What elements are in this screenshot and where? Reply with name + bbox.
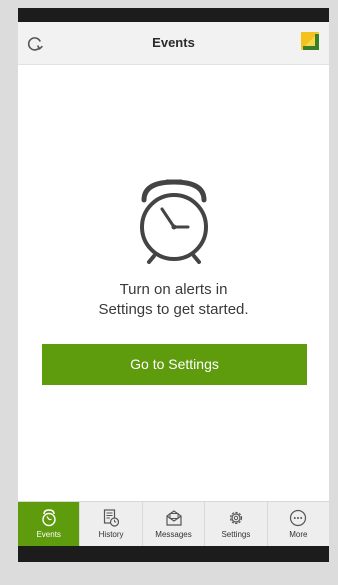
tab-messages[interactable]: Messages	[143, 502, 206, 547]
tab-label: Messages	[155, 530, 192, 539]
bottom-tab-bar: Events History Messages Settings More	[18, 501, 329, 547]
app-header: Events	[18, 22, 329, 65]
phone-screen: Events Turn on alerts in Settings to get…	[18, 8, 329, 562]
system-nav-bar	[18, 546, 329, 562]
tab-history[interactable]: History	[80, 502, 143, 547]
tab-label: History	[98, 530, 124, 539]
empty-state-line-1: Turn on alerts in	[119, 281, 228, 298]
brand-logo-icon	[301, 32, 319, 50]
empty-state-message: Turn on alerts in Settings to get starte…	[18, 280, 329, 320]
tab-more[interactable]: More	[268, 502, 329, 547]
messages-icon	[165, 510, 182, 526]
tab-settings[interactable]: Settings	[205, 502, 268, 547]
gear-icon	[229, 511, 243, 525]
events-content: Turn on alerts in Settings to get starte…	[18, 65, 329, 501]
page-title: Events	[152, 35, 195, 50]
tab-label: Events	[36, 530, 61, 539]
go-to-settings-button[interactable]: Go to Settings	[42, 344, 307, 385]
alarm-clock-icon	[134, 172, 214, 264]
tab-label: Settings	[221, 530, 251, 539]
status-bar	[18, 8, 329, 22]
tab-events[interactable]: Events	[18, 502, 81, 547]
history-icon	[104, 509, 120, 527]
tab-label: More	[289, 530, 308, 539]
more-icon	[290, 509, 307, 527]
alarm-clock-icon	[42, 509, 56, 527]
empty-state-line-2: Settings to get started.	[98, 301, 249, 318]
